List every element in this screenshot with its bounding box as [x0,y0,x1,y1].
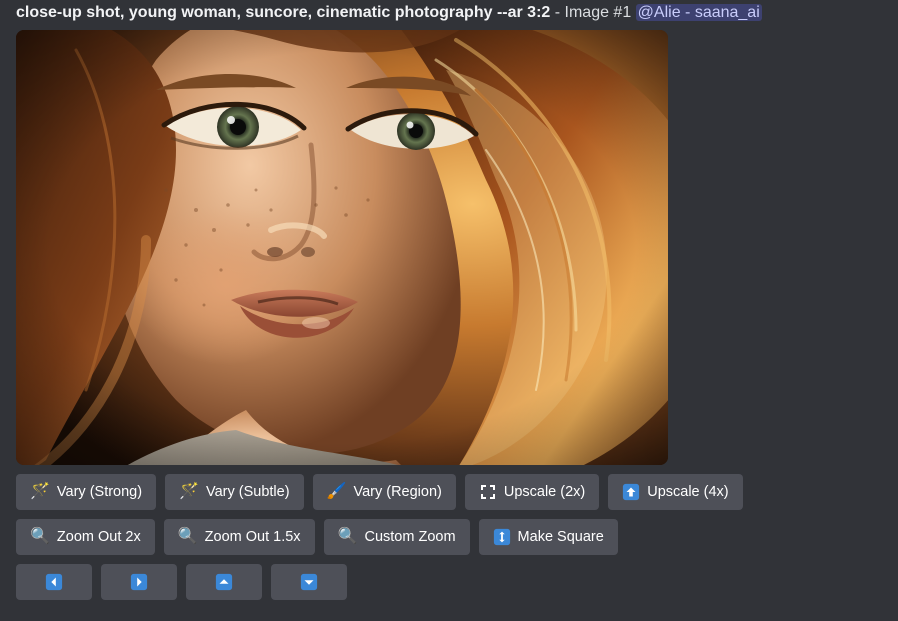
action-row-3 [16,564,882,600]
button-label: Vary (Subtle) [206,484,290,500]
zoom-out-2x-button[interactable]: 🔍 Zoom Out 2x [16,519,155,555]
user-mention[interactable]: @Alie - saana_ai [636,4,762,21]
pan-right-button[interactable] [101,564,177,600]
button-label: Custom Zoom [364,529,455,545]
arrow-right-icon [130,573,148,591]
button-label: Upscale (2x) [504,484,585,500]
magnifier-icon: 🔍 [178,529,198,545]
generated-image[interactable] [16,30,668,465]
magnifier-icon: 🔍 [30,529,50,545]
pan-down-button[interactable] [271,564,347,600]
action-row-1: 🪄 Vary (Strong) 🪄 Vary (Subtle) 🖌️ Vary … [16,474,882,510]
zoom-out-1-5x-button[interactable]: 🔍 Zoom Out 1.5x [164,519,315,555]
arrow-up-icon [215,573,233,591]
button-label: Upscale (4x) [647,484,728,500]
vary-region-button[interactable]: 🖌️ Vary (Region) [313,474,456,510]
vary-strong-button[interactable]: 🪄 Vary (Strong) [16,474,156,510]
arrow-down-icon [300,573,318,591]
make-square-button[interactable]: Make Square [479,519,618,555]
wand-icon: 🪄 [30,484,50,500]
up-arrow-icon [622,483,640,501]
pan-left-button[interactable] [16,564,92,600]
brush-icon: 🖌️ [327,484,347,500]
button-label: Vary (Region) [353,484,441,500]
upscale-4x-button[interactable]: Upscale (4x) [608,474,742,510]
pan-up-button[interactable] [186,564,262,600]
arrow-left-icon [45,573,63,591]
vary-subtle-button[interactable]: 🪄 Vary (Subtle) [165,474,303,510]
resize-icon [493,528,511,546]
magnifier-icon: 🔍 [338,529,358,545]
button-label: Make Square [518,529,604,545]
action-row-2: 🔍 Zoom Out 2x 🔍 Zoom Out 1.5x 🔍 Custom Z… [16,519,882,555]
button-label: Zoom Out 2x [57,529,141,545]
custom-zoom-button[interactable]: 🔍 Custom Zoom [324,519,470,555]
button-label: Zoom Out 1.5x [205,529,301,545]
button-label: Vary (Strong) [57,484,142,500]
upscale-2x-button[interactable]: Upscale (2x) [465,474,599,510]
expand-icon [479,483,497,501]
image-number: - Image #1 [550,4,635,21]
message-header: close-up shot, young woman, suncore, cin… [16,0,882,24]
prompt-text: close-up shot, young woman, suncore, cin… [16,4,550,21]
wand-icon: 🪄 [179,484,199,500]
